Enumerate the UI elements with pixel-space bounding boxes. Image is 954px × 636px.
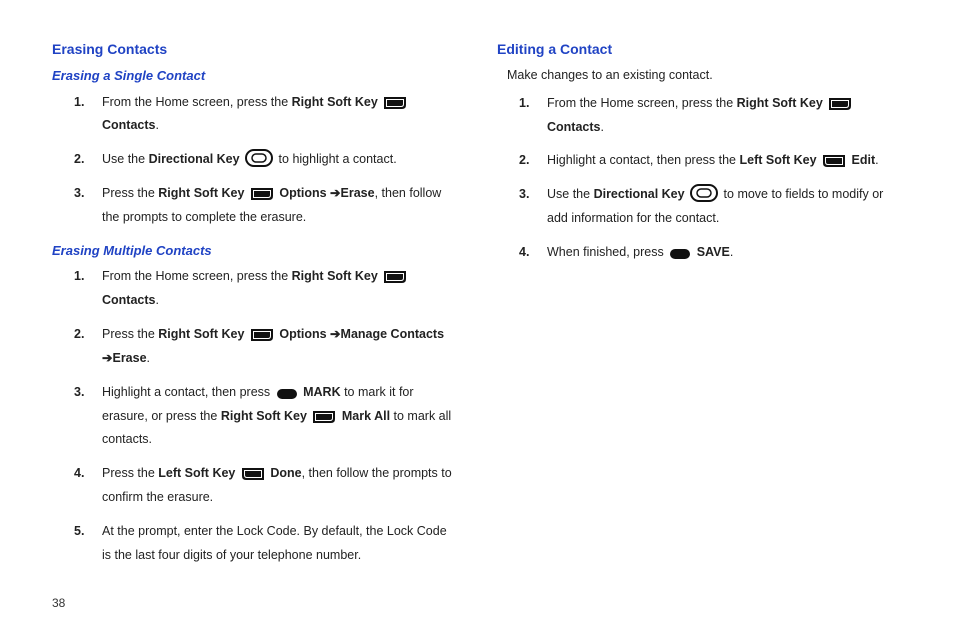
- step: Use the Directional Key to move to field…: [541, 183, 902, 231]
- page-number: 38: [52, 596, 65, 610]
- bold: Contacts: [102, 293, 155, 307]
- text: Use the: [547, 187, 594, 201]
- intro-text: Make changes to an existing contact.: [507, 65, 902, 86]
- text: Highlight a contact, then press: [102, 385, 274, 399]
- bold: Directional Key: [594, 187, 685, 201]
- text: .: [155, 293, 158, 307]
- step: When finished, press SAVE.: [541, 241, 902, 265]
- left-soft-key-icon: [241, 462, 265, 486]
- bold: Right Soft Key: [221, 409, 307, 423]
- bold: Mark All: [342, 409, 390, 423]
- right-soft-key-icon: [312, 405, 336, 429]
- directional-key-icon: [690, 183, 718, 207]
- step: Highlight a contact, then press the Left…: [541, 149, 902, 173]
- step: At the prompt, enter the Lock Code. By d…: [96, 520, 457, 568]
- bold: Contacts: [547, 120, 600, 134]
- arrow-icon: [327, 186, 341, 200]
- subheading-erasing-single: Erasing a Single Contact: [52, 65, 457, 86]
- text: Use the: [102, 152, 149, 166]
- text: Highlight a contact, then press the: [547, 154, 739, 168]
- step: Highlight a contact, then press MARK to …: [96, 381, 457, 453]
- step: Press the Right Soft Key OptionsErase, t…: [96, 182, 457, 230]
- step: Use the Directional Key to highlight a c…: [96, 148, 457, 172]
- bold: Done: [270, 466, 301, 480]
- bold: SAVE: [697, 245, 730, 259]
- bold: Options: [279, 186, 326, 200]
- right-soft-key-icon: [250, 323, 274, 347]
- heading-editing-contact: Editing a Contact: [497, 38, 902, 61]
- text: Press the: [102, 186, 158, 200]
- right-soft-key-icon: [383, 91, 407, 115]
- bold: Edit: [852, 154, 876, 168]
- bold: Manage Contacts: [341, 327, 445, 341]
- text: Press the: [102, 466, 158, 480]
- right-soft-key-icon: [250, 182, 274, 206]
- text: .: [600, 120, 603, 134]
- bold: Directional Key: [149, 152, 240, 166]
- bold: Left Soft Key: [739, 154, 816, 168]
- center-key-icon: [276, 381, 298, 405]
- text: Press the: [102, 327, 158, 341]
- bold: Right Soft Key: [158, 327, 244, 341]
- right-soft-key-icon: [383, 265, 407, 289]
- text: From the Home screen, press the: [547, 96, 737, 110]
- text: to highlight a contact.: [279, 152, 397, 166]
- left-soft-key-icon: [822, 149, 846, 173]
- bold: Right Soft Key: [737, 96, 823, 110]
- arrow-icon: [102, 351, 112, 365]
- bold: Options: [279, 327, 326, 341]
- text: When finished, press: [547, 245, 667, 259]
- steps-erasing-single: From the Home screen, press the Right So…: [52, 91, 457, 230]
- bold: Contacts: [102, 118, 155, 132]
- heading-erasing-contacts: Erasing Contacts: [52, 38, 457, 61]
- bold: Erase: [341, 186, 375, 200]
- step: From the Home screen, press the Right So…: [96, 91, 457, 139]
- bold: Erase: [112, 351, 146, 365]
- left-column: Erasing Contacts Erasing a Single Contac…: [52, 38, 457, 598]
- bold: Right Soft Key: [158, 186, 244, 200]
- arrow-icon: [327, 327, 341, 341]
- text: .: [730, 245, 733, 259]
- text: .: [147, 351, 150, 365]
- text: From the Home screen, press the: [102, 95, 292, 109]
- bold: MARK: [303, 385, 341, 399]
- subheading-erasing-multiple: Erasing Multiple Contacts: [52, 240, 457, 261]
- bold: Right Soft Key: [292, 269, 378, 283]
- text: .: [155, 118, 158, 132]
- steps-editing: From the Home screen, press the Right So…: [497, 92, 902, 265]
- right-soft-key-icon: [828, 92, 852, 116]
- text: .: [875, 154, 878, 168]
- bold: Left Soft Key: [158, 466, 235, 480]
- directional-key-icon: [245, 148, 273, 172]
- center-key-icon: [669, 241, 691, 265]
- text: At the prompt, enter the Lock Code. By d…: [102, 524, 447, 562]
- step: From the Home screen, press the Right So…: [541, 92, 902, 140]
- bold: Right Soft Key: [292, 95, 378, 109]
- right-column: Editing a Contact Make changes to an exi…: [497, 38, 902, 598]
- steps-erasing-multiple: From the Home screen, press the Right So…: [52, 265, 457, 567]
- step: Press the Left Soft Key Done, then follo…: [96, 462, 457, 510]
- text: From the Home screen, press the: [102, 269, 292, 283]
- step: Press the Right Soft Key Options Manage C…: [96, 323, 457, 371]
- step: From the Home screen, press the Right So…: [96, 265, 457, 313]
